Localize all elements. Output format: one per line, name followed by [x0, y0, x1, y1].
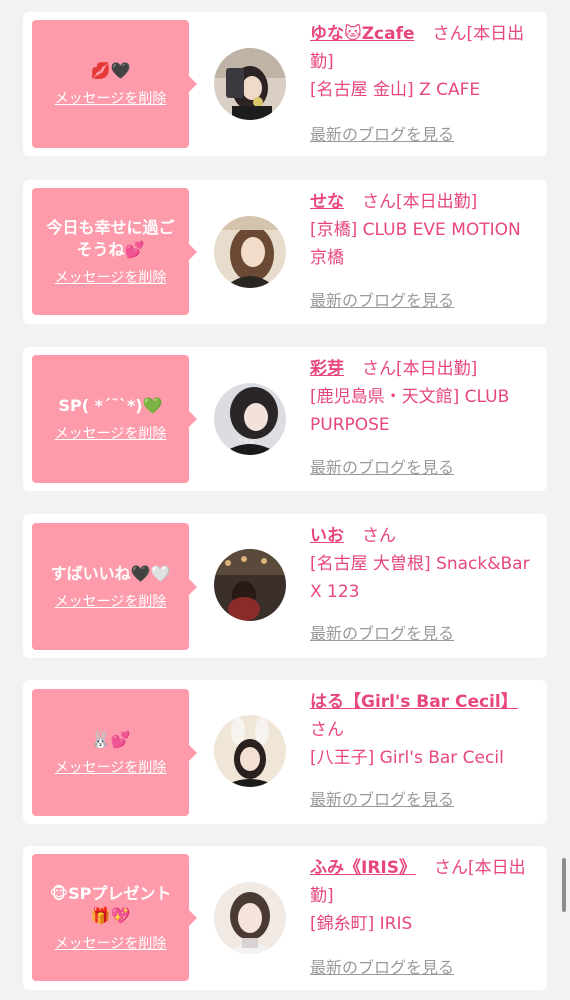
host-name-link[interactable]: いお: [310, 526, 344, 546]
message-text: 🐰💕: [90, 729, 131, 749]
message-bubble: 今日も幸せに過ごそうね💕 メッセージを削除: [32, 188, 197, 315]
delete-message-link[interactable]: メッセージを削除: [55, 425, 167, 443]
delete-message-link[interactable]: メッセージを削除: [55, 935, 167, 953]
message-text: すばいいね🖤🤍: [50, 563, 171, 583]
scrollbar[interactable]: [562, 858, 566, 912]
host-name-link[interactable]: はる【Girl's Bar Cecil】: [310, 692, 518, 712]
avatar[interactable]: [214, 383, 286, 455]
host-suffix: さん[本日出勤]: [362, 192, 478, 212]
latest-blog-link[interactable]: 最新のブログを見る: [310, 624, 454, 644]
host-suffix: さん: [362, 526, 396, 546]
host-info: 彩芽 さん[本日出勤] [鹿児島県・天文館] CLUB PURPOSE: [310, 355, 539, 439]
message-bubble: 💋🖤 メッセージを削除: [32, 20, 197, 148]
latest-blog-link[interactable]: 最新のブログを見る: [310, 958, 454, 978]
message-text: SP( *´˘`*)💚: [58, 396, 163, 415]
message-bubble: 🐰💕 メッセージを削除: [32, 689, 197, 816]
message-text: 🐵SPプレゼント🎁💖: [49, 883, 172, 925]
host-suffix: さん: [310, 720, 344, 740]
message-text: 今日も幸せに過ごそうね💕: [46, 217, 175, 259]
host-name-link[interactable]: ゆな🐱Zcafe: [310, 24, 415, 44]
avatar[interactable]: [214, 882, 286, 954]
delete-message-link[interactable]: メッセージを削除: [55, 90, 167, 108]
message-card: 今日も幸せに過ごそうね💕 メッセージを削除 せな さん[本日出勤] [京橋] CL…: [23, 180, 547, 324]
avatar[interactable]: [214, 48, 286, 120]
delete-message-link[interactable]: メッセージを削除: [55, 593, 167, 611]
message-card: 🐵SPプレゼント🎁💖 メッセージを削除 ふみ《IRIS》 さん[本日出勤] [錦糸…: [23, 846, 547, 990]
host-info: いお さん [名古屋 大曽根] Snack&Bar X 123: [310, 522, 539, 606]
message-card: SP( *´˘`*)💚 メッセージを削除 彩芽 さん[本日出勤] [鹿児島県・天文…: [23, 347, 547, 491]
shop-info: [名古屋 大曽根] Snack&Bar X 123: [310, 554, 530, 602]
latest-blog-link[interactable]: 最新のブログを見る: [310, 291, 454, 311]
message-card: 🐰💕 メッセージを削除 はる【Girl's Bar Cecil】 さん [八王子]…: [23, 680, 547, 824]
delete-message-link[interactable]: メッセージを削除: [55, 269, 167, 287]
host-info: ゆな🐱Zcafe さん[本日出勤] [名古屋 金山] Z CAFE: [310, 20, 539, 104]
host-name-link[interactable]: 彩芽: [310, 359, 344, 379]
avatar[interactable]: [214, 549, 286, 621]
message-text: 💋🖤: [90, 61, 131, 80]
host-info: ふみ《IRIS》 さん[本日出勤] [錦糸町] IRIS: [310, 854, 539, 938]
host-suffix: さん[本日出勤]: [362, 359, 478, 379]
shop-info: [八王子] Girl's Bar Cecil: [310, 748, 504, 768]
delete-message-link[interactable]: メッセージを削除: [55, 759, 167, 777]
shop-info: [鹿児島県・天文館] CLUB PURPOSE: [310, 387, 510, 435]
host-info: せな さん[本日出勤] [京橋] CLUB EVE MOTION 京橋: [310, 188, 539, 272]
message-card: すばいいね🖤🤍 メッセージを削除 いお さん [名古屋 大曽根] Snack&Ba…: [23, 514, 547, 658]
latest-blog-link[interactable]: 最新のブログを見る: [310, 458, 454, 478]
message-bubble: SP( *´˘`*)💚 メッセージを削除: [32, 355, 197, 483]
message-card: 💋🖤 メッセージを削除 ゆな🐱Zcafe さん[本日出勤] [名古屋 金山] Z …: [23, 12, 547, 156]
shop-info: [錦糸町] IRIS: [310, 914, 413, 934]
host-name-link[interactable]: せな: [310, 192, 344, 212]
shop-info: [京橋] CLUB EVE MOTION 京橋: [310, 220, 521, 268]
shop-info: [名古屋 金山] Z CAFE: [310, 80, 481, 100]
message-bubble: すばいいね🖤🤍 メッセージを削除: [32, 523, 197, 650]
avatar[interactable]: [214, 715, 286, 787]
host-name-link[interactable]: ふみ《IRIS》: [310, 858, 416, 878]
host-info: はる【Girl's Bar Cecil】 さん [八王子] Girl's Bar …: [310, 688, 539, 772]
avatar[interactable]: [214, 216, 286, 288]
latest-blog-link[interactable]: 最新のブログを見る: [310, 790, 454, 810]
latest-blog-link[interactable]: 最新のブログを見る: [310, 125, 454, 145]
message-bubble: 🐵SPプレゼント🎁💖 メッセージを削除: [32, 854, 197, 981]
